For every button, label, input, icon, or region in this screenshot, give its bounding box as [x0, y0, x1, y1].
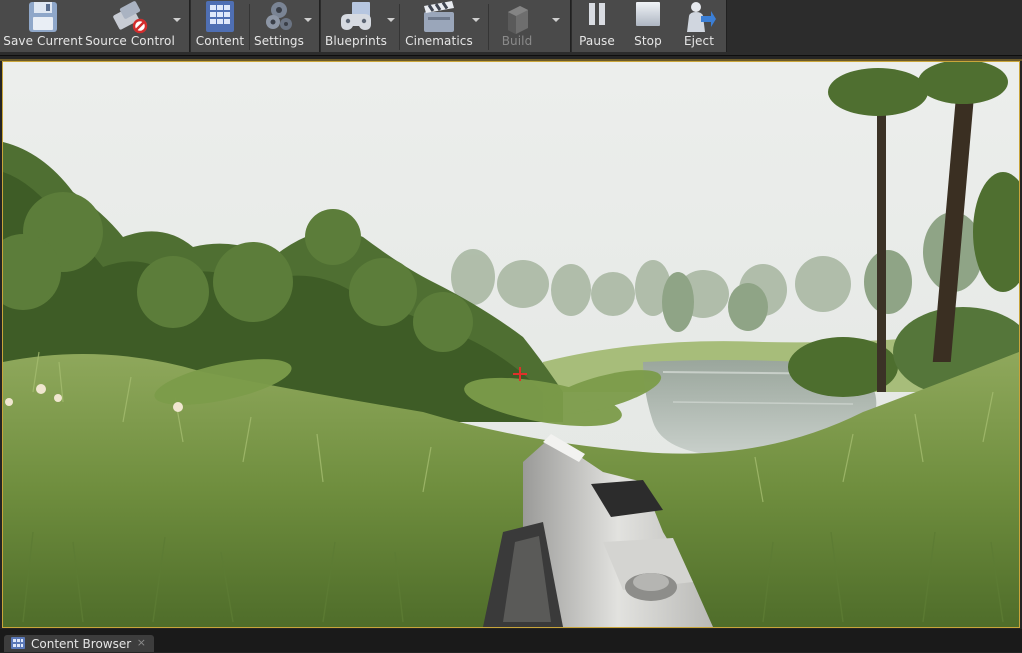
pause-icon [582, 0, 612, 36]
build-dropdown-caret[interactable] [552, 18, 560, 22]
toolbar-group-content: Content Settings [191, 0, 320, 52]
eject-button[interactable]: Eject [676, 0, 722, 52]
build-icon [500, 0, 534, 38]
main-toolbar: Save Current Source Control Content Sett… [0, 0, 1022, 56]
cinematics-button[interactable]: Cinematics [403, 0, 475, 52]
blueprints-dropdown-caret[interactable] [387, 18, 395, 22]
toolbar-group-file: Save Current Source Control [0, 0, 190, 52]
eject-icon [681, 0, 717, 38]
save-current-button[interactable]: Save Current [3, 0, 83, 52]
settings-icon [262, 0, 296, 38]
stop-button[interactable]: Stop [626, 0, 670, 52]
blueprints-button[interactable]: Blueprints [323, 0, 389, 52]
build-button[interactable]: Build [493, 0, 541, 52]
toolbar-separator [249, 4, 250, 50]
save-icon [26, 0, 60, 38]
content-button[interactable]: Content [193, 0, 247, 52]
cinematics-dropdown-caret[interactable] [472, 18, 480, 22]
settings-dropdown-caret[interactable] [304, 18, 312, 22]
content-browser-icon [202, 0, 238, 38]
toolbar-group-tools: Blueprints Cinematics Build [321, 0, 571, 52]
content-browser-tab-label: Content Browser [31, 636, 132, 651]
settings-button[interactable]: Settings [251, 0, 307, 52]
close-icon[interactable]: × [137, 636, 146, 649]
bottom-dock: Content Browser × [0, 629, 1022, 652]
source-control-button[interactable]: Source Control [85, 0, 175, 52]
content-browser-tab[interactable]: Content Browser × [4, 635, 154, 652]
pause-button[interactable]: Pause [574, 0, 620, 52]
toolbar-group-play: Pause Stop Eject [572, 0, 727, 52]
blueprints-icon [335, 0, 377, 38]
game-scene [3, 62, 1019, 627]
source-control-icon [109, 0, 151, 40]
game-viewport[interactable] [2, 61, 1020, 628]
toolbar-separator [488, 4, 489, 50]
stop-label: Stop [634, 34, 662, 48]
pause-label: Pause [579, 34, 615, 48]
toolbar-separator [399, 4, 400, 50]
content-browser-icon [11, 634, 25, 653]
cinematics-icon [419, 0, 459, 38]
stop-icon [632, 0, 664, 36]
source-control-dropdown-caret[interactable] [173, 18, 181, 22]
